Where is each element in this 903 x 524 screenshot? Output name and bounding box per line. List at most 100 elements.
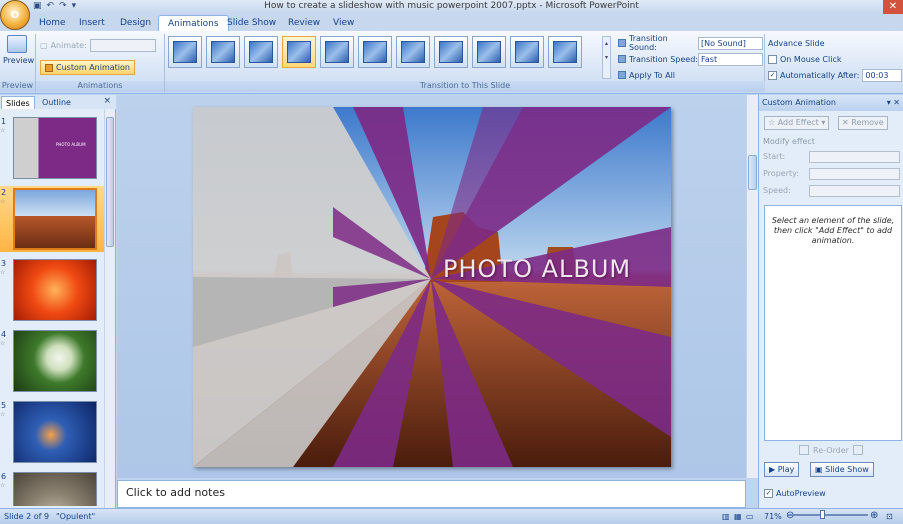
slide-number: 6 bbox=[1, 472, 7, 481]
tab-review[interactable]: Review bbox=[279, 15, 329, 31]
zoom-in-icon[interactable]: ⊕ bbox=[870, 510, 878, 521]
slide-thumbnail[interactable]: 3 ☆ bbox=[0, 257, 104, 323]
automatically-after-input[interactable]: 00:03 bbox=[862, 68, 903, 82]
transition-thumb[interactable] bbox=[434, 36, 468, 68]
slide-number: 4 bbox=[1, 330, 7, 339]
move-down-icon[interactable] bbox=[852, 445, 863, 455]
sound-icon bbox=[618, 39, 626, 47]
redo-icon[interactable]: ↷ bbox=[59, 1, 67, 11]
slide-show-view-icon[interactable]: ▭ bbox=[746, 512, 754, 521]
slide-thumb-image: PHOTO ALBUM bbox=[13, 117, 97, 179]
speed-label: Speed: bbox=[763, 186, 791, 195]
zoom-slider-handle[interactable] bbox=[820, 510, 825, 519]
slide-thumbnail[interactable]: 6 ☆ bbox=[0, 470, 104, 506]
custom-animation-title: Custom Animation ▾ ✕ bbox=[759, 95, 903, 111]
transition-icon bbox=[173, 41, 197, 63]
reorder-label: Re-Order bbox=[813, 445, 849, 455]
slide-number: 1 bbox=[1, 117, 7, 126]
slide-thumbnail[interactable]: 4 ☆ bbox=[0, 328, 104, 394]
tab-home[interactable]: Home bbox=[30, 15, 75, 31]
close-icon[interactable]: × bbox=[103, 96, 111, 106]
remove-button[interactable]: ✕ Remove bbox=[838, 116, 888, 130]
zoom-slider[interactable] bbox=[788, 514, 868, 516]
transition-thumb[interactable] bbox=[358, 36, 392, 68]
animation-list[interactable]: Select an element of the slide, then cli… bbox=[764, 205, 902, 441]
transition-speed-select[interactable]: Fast bbox=[698, 52, 763, 66]
quick-access-toolbar: ▣ ↶ ↷ ▾ bbox=[33, 1, 76, 11]
scrollbar-thumb[interactable] bbox=[748, 155, 757, 190]
title-bar: How to create a slideshow with music pow… bbox=[0, 0, 903, 14]
move-up-icon[interactable] bbox=[799, 445, 809, 455]
tab-design[interactable]: Design bbox=[111, 15, 160, 31]
animation-star-icon: ☆ bbox=[0, 482, 6, 489]
transition-thumb[interactable] bbox=[510, 36, 544, 68]
transition-thumb[interactable] bbox=[244, 36, 278, 68]
tab-view[interactable]: View bbox=[324, 15, 363, 31]
tab-insert[interactable]: Insert bbox=[70, 15, 114, 31]
slides-scrollbar[interactable] bbox=[104, 109, 114, 508]
undo-icon[interactable]: ↶ bbox=[47, 1, 55, 11]
slide-sorter-icon[interactable]: ▦ bbox=[734, 512, 742, 521]
slide-thumbnail[interactable]: 2 ☆ bbox=[0, 186, 104, 252]
zoom-level[interactable]: 71% bbox=[764, 512, 782, 521]
theme-name: "Opulent" bbox=[56, 512, 96, 521]
slide-count: Slide 2 of 9 bbox=[4, 512, 50, 521]
speed-icon bbox=[618, 55, 626, 63]
slide-thumb-image bbox=[13, 259, 97, 321]
gallery-scroll[interactable]: ▴ ▾ bbox=[602, 36, 611, 79]
office-logo-icon: O bbox=[10, 9, 20, 21]
animate-row: ▢ Animate: bbox=[40, 39, 156, 52]
transition-thumb-selected[interactable] bbox=[282, 36, 316, 68]
autopreview-checkbox[interactable]: ✓ bbox=[764, 489, 773, 498]
on-mouse-click-checkbox[interactable] bbox=[768, 54, 777, 64]
play-button[interactable]: ▶ Play bbox=[764, 462, 800, 477]
animation-star-icon: ☆ bbox=[0, 340, 6, 347]
property-select[interactable] bbox=[809, 168, 900, 180]
custom-animation-title-text: Custom Animation bbox=[762, 98, 836, 107]
office-button[interactable]: O bbox=[0, 0, 30, 30]
start-select[interactable] bbox=[809, 151, 900, 163]
transition-icon bbox=[401, 41, 425, 63]
slide-thumbnail[interactable]: 5 ☆ bbox=[0, 399, 104, 465]
speed-select[interactable] bbox=[809, 185, 900, 197]
transition-thumb[interactable] bbox=[206, 36, 240, 68]
ribbon: Preview Preview ▢ Animate: Custom Animat… bbox=[0, 31, 903, 94]
transition-thumb[interactable] bbox=[320, 36, 354, 68]
preview-button[interactable]: Preview bbox=[3, 35, 34, 65]
fit-window-icon[interactable]: ⊡ bbox=[886, 512, 893, 521]
play-label: Play bbox=[777, 465, 795, 474]
custom-animation-button[interactable]: Custom Animation bbox=[40, 60, 135, 75]
tab-slide-show[interactable]: Slide Show bbox=[218, 15, 285, 31]
apply-to-all-button[interactable]: Apply To All bbox=[618, 71, 698, 80]
slide-number: 3 bbox=[1, 259, 7, 268]
notes-pane[interactable]: Click to add notes bbox=[117, 480, 746, 508]
add-effect-button[interactable]: ☆ Add Effect ▾ bbox=[764, 116, 830, 130]
normal-view-icon[interactable]: ▥ bbox=[722, 512, 730, 521]
scrollbar-thumb[interactable] bbox=[106, 117, 114, 247]
slide-show-label: Slide Show bbox=[825, 465, 869, 474]
transition-icon bbox=[249, 41, 273, 63]
current-slide[interactable]: PHOTO ALBUM bbox=[193, 107, 671, 467]
slide-show-button[interactable]: ▣ Slide Show bbox=[810, 462, 874, 477]
transition-thumb[interactable] bbox=[548, 36, 582, 68]
editor-scrollbar[interactable] bbox=[746, 95, 758, 478]
transition-thumb[interactable] bbox=[472, 36, 506, 68]
close-icon[interactable]: ▾ ✕ bbox=[887, 98, 900, 107]
slide-title[interactable]: PHOTO ALBUM bbox=[443, 255, 631, 283]
animate-select[interactable] bbox=[89, 39, 156, 52]
close-window-button[interactable]: ✕ bbox=[883, 0, 903, 14]
transition-thumb[interactable] bbox=[396, 36, 430, 68]
save-icon[interactable]: ▣ bbox=[33, 1, 42, 11]
animation-star-icon: ☆ bbox=[0, 198, 6, 205]
transition-sound-select[interactable]: [No Sound] bbox=[698, 36, 763, 50]
transition-icon bbox=[439, 41, 463, 63]
tab-slides[interactable]: Slides bbox=[1, 96, 35, 109]
qat-dropdown-icon[interactable]: ▾ bbox=[72, 1, 77, 11]
slide-thumbnail[interactable]: 1 ☆ PHOTO ALBUM bbox=[0, 115, 104, 181]
transition-thumb[interactable] bbox=[168, 36, 202, 68]
animation-star-icon: ☆ bbox=[0, 269, 6, 276]
tab-outline[interactable]: Outline bbox=[38, 96, 75, 109]
slide-thumb-image bbox=[13, 188, 97, 250]
automatically-after-checkbox[interactable]: ✓ bbox=[768, 70, 777, 80]
advance-slide-group: Advance Slide On Mouse Click ✓ Automatica… bbox=[768, 36, 903, 84]
